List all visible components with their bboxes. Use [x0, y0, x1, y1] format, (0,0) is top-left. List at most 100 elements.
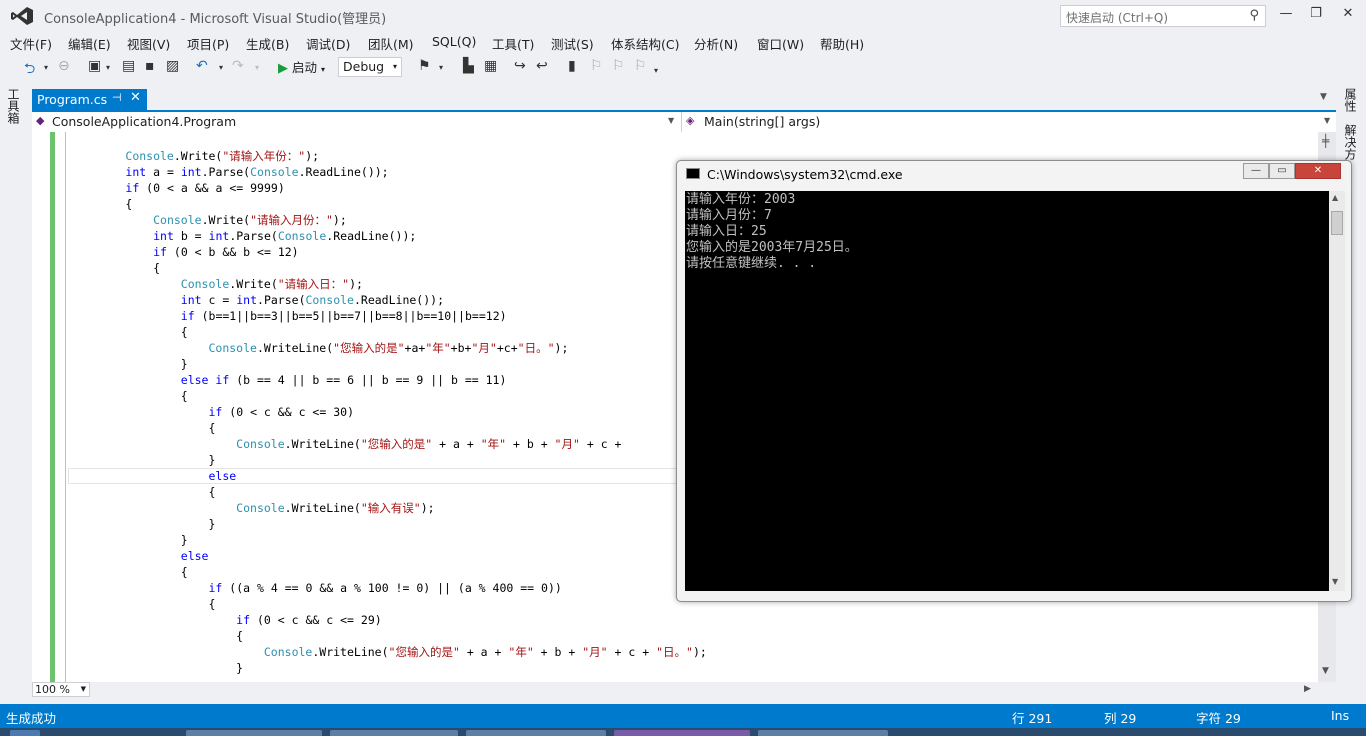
code-line[interactable]: { [70, 596, 707, 612]
code-line[interactable]: Console.Write("请输入日："); [70, 276, 707, 292]
code-line[interactable]: Console.Write("请输入月份："); [70, 212, 707, 228]
menu-sql[interactable]: SQL(Q) [432, 34, 476, 49]
code-line[interactable]: { [70, 260, 707, 276]
code-line[interactable]: { [70, 420, 707, 436]
scroll-thumb[interactable] [1331, 211, 1343, 235]
solution-explorer-tab[interactable]: 解决方 [1342, 124, 1359, 160]
cmd-minimize-button[interactable]: — [1243, 163, 1269, 179]
cmd-maximize-button[interactable]: ▭ [1269, 163, 1295, 179]
taskbar-item-explorer[interactable] [330, 730, 458, 736]
quick-launch-input[interactable]: 快速启动 (Ctrl+Q) ⚲ [1060, 5, 1266, 27]
taskbar-item-cmd[interactable] [186, 730, 322, 736]
menu-window[interactable]: 窗口(W) [757, 34, 804, 53]
code-line[interactable]: { [70, 564, 707, 580]
zoom-dropdown[interactable]: 100 % ▼ [32, 682, 90, 697]
scroll-up-icon[interactable]: ▲ [1332, 193, 1338, 202]
prev-bookmark-icon[interactable]: ⚐ [590, 58, 603, 74]
menu-test[interactable]: 测试(S) [551, 34, 594, 53]
menu-analyze[interactable]: 分析(N) [694, 34, 738, 53]
code-line[interactable]: Console.WriteLine("输入有误"); [70, 500, 707, 516]
code-line[interactable]: if (0 < b && b <= 12) [70, 244, 707, 260]
code-line[interactable]: { [70, 484, 707, 500]
type-dropdown[interactable]: ◆ ConsoleApplication4.Program ▼ [32, 112, 682, 132]
code-line[interactable]: Console.WriteLine("您输入的是" + a + "年" + b … [70, 644, 707, 660]
scroll-down-icon[interactable]: ▼ [1322, 666, 1329, 676]
back-dropdown-icon[interactable]: ▾ [44, 63, 48, 72]
code-line[interactable]: Console.WriteLine("您输入的是" + a + "年" + b … [70, 436, 707, 452]
member-dropdown[interactable]: ◈ Main(string[] args) ▼ [684, 112, 1330, 132]
code-line[interactable]: Console.Write("请输入年份："); [70, 148, 707, 164]
start-debug-button[interactable]: ▶ 启动 ▾ [278, 57, 325, 76]
new-project-icon[interactable]: ▣ [88, 58, 101, 74]
undo-dropdown-icon[interactable]: ▾ [219, 63, 223, 72]
code-line[interactable]: if (0 < c && c <= 29) [70, 612, 707, 628]
maximize-button[interactable]: ❐ [1302, 4, 1330, 24]
menu-debug[interactable]: 调试(D) [306, 34, 350, 53]
code-line[interactable]: else [70, 548, 707, 564]
taskbar-item-browser[interactable] [466, 730, 606, 736]
code-line[interactable]: int c = int.Parse(Console.ReadLine()); [70, 292, 707, 308]
find-dropdown-icon[interactable]: ▾ [439, 63, 443, 72]
redo-dropdown-icon[interactable]: ▾ [255, 63, 259, 72]
toolbar-overflow-icon[interactable]: ▾ [654, 66, 658, 75]
clear-bookmarks-icon[interactable]: ⚐ [634, 58, 647, 74]
code-text[interactable]: Console.Write("请输入年份："); int a = int.Par… [70, 148, 707, 676]
code-line[interactable]: { [70, 388, 707, 404]
menu-architecture[interactable]: 体系结构(C) [611, 34, 679, 53]
code-line[interactable]: if (0 < c && c <= 30) [70, 404, 707, 420]
code-line[interactable]: Console.WriteLine("您输入的是"+a+"年"+b+"月"+c+… [70, 340, 707, 356]
menu-project[interactable]: 项目(P) [187, 34, 229, 53]
find-in-files-icon[interactable]: ⚑ [418, 58, 431, 74]
redo-icon[interactable]: ↷ [232, 58, 244, 74]
tab-overflow-icon[interactable]: ▼ [1320, 92, 1327, 102]
new-project-dropdown-icon[interactable]: ▾ [106, 63, 110, 72]
save-icon[interactable]: ▪ [145, 58, 155, 74]
tab-program-cs[interactable]: Program.cs ⊣ ✕ [32, 89, 147, 110]
code-line[interactable]: } [70, 516, 707, 532]
taskbar-item-other[interactable] [758, 730, 888, 736]
undo-icon[interactable]: ↶ [196, 58, 208, 74]
menu-build[interactable]: 生成(B) [246, 34, 289, 53]
code-line[interactable]: int b = int.Parse(Console.ReadLine()); [70, 228, 707, 244]
next-bookmark-icon[interactable]: ⚐ [612, 58, 625, 74]
code-line[interactable]: if (b==1||b==3||b==5||b==7||b==8||b==10|… [70, 308, 707, 324]
code-line[interactable]: { [70, 196, 707, 212]
taskbar-item-visual-studio[interactable] [614, 730, 750, 736]
menu-help[interactable]: 帮助(H) [820, 34, 864, 53]
menu-tools[interactable]: 工具(T) [492, 34, 534, 53]
split-icon[interactable]: ╪ [1322, 134, 1329, 148]
code-line[interactable]: if (0 < a && a <= 9999) [70, 180, 707, 196]
code-line[interactable]: } [70, 356, 707, 372]
code-line[interactable]: } [70, 452, 707, 468]
menu-edit[interactable]: 编辑(E) [68, 34, 111, 53]
menu-view[interactable]: 视图(V) [127, 34, 170, 53]
cmd-scrollbar[interactable]: ▲ ▼ [1329, 191, 1345, 591]
code-line[interactable]: else if (b == 4 || b == 6 || b == 9 || b… [70, 372, 707, 388]
step-over-icon[interactable]: ↩ [536, 58, 548, 74]
properties-tab[interactable]: 属性 [1342, 88, 1359, 112]
cmd-window[interactable]: C:\Windows\system32\cmd.exe — ▭ ✕ 请输入年份：… [676, 160, 1352, 602]
minimize-button[interactable]: — [1272, 4, 1300, 24]
cmd-close-button[interactable]: ✕ [1295, 163, 1341, 179]
menu-file[interactable]: 文件(F) [10, 34, 52, 53]
step-into-icon[interactable]: ↪ [514, 58, 526, 74]
cmd-console[interactable]: 请输入年份：2003 请输入月份：7 请输入日：25 您输入的是2003年7月25日。… [685, 191, 1329, 591]
toolbox-tab[interactable]: 工具箱 [6, 88, 22, 124]
bookmark-icon[interactable]: ▮ [568, 58, 576, 74]
close-tab-icon[interactable]: ✕ [130, 90, 141, 105]
pin-icon[interactable]: ⊣ [112, 91, 122, 104]
close-button[interactable]: ✕ [1334, 4, 1362, 24]
menu-team[interactable]: 团队(M) [368, 34, 414, 53]
start-button[interactable] [10, 730, 40, 736]
code-line[interactable]: { [70, 324, 707, 340]
code-line[interactable]: else [70, 468, 707, 484]
scroll-right-icon[interactable]: ▶ [1304, 684, 1311, 694]
code-line[interactable]: if ((a % 4 == 0 && a % 100 != 0) || (a %… [70, 580, 707, 596]
code-line[interactable]: int a = int.Parse(Console.ReadLine()); [70, 164, 707, 180]
scroll-down-icon[interactable]: ▼ [1332, 577, 1338, 586]
search-icon[interactable]: ⚲ [1249, 8, 1259, 23]
properties-icon[interactable]: ▦ [484, 58, 497, 74]
solution-configuration-dropdown[interactable]: Debug ▾ [338, 57, 402, 77]
solution-explorer-icon[interactable]: ▙ [463, 58, 474, 74]
forward-icon[interactable]: ⊖ [58, 58, 70, 74]
